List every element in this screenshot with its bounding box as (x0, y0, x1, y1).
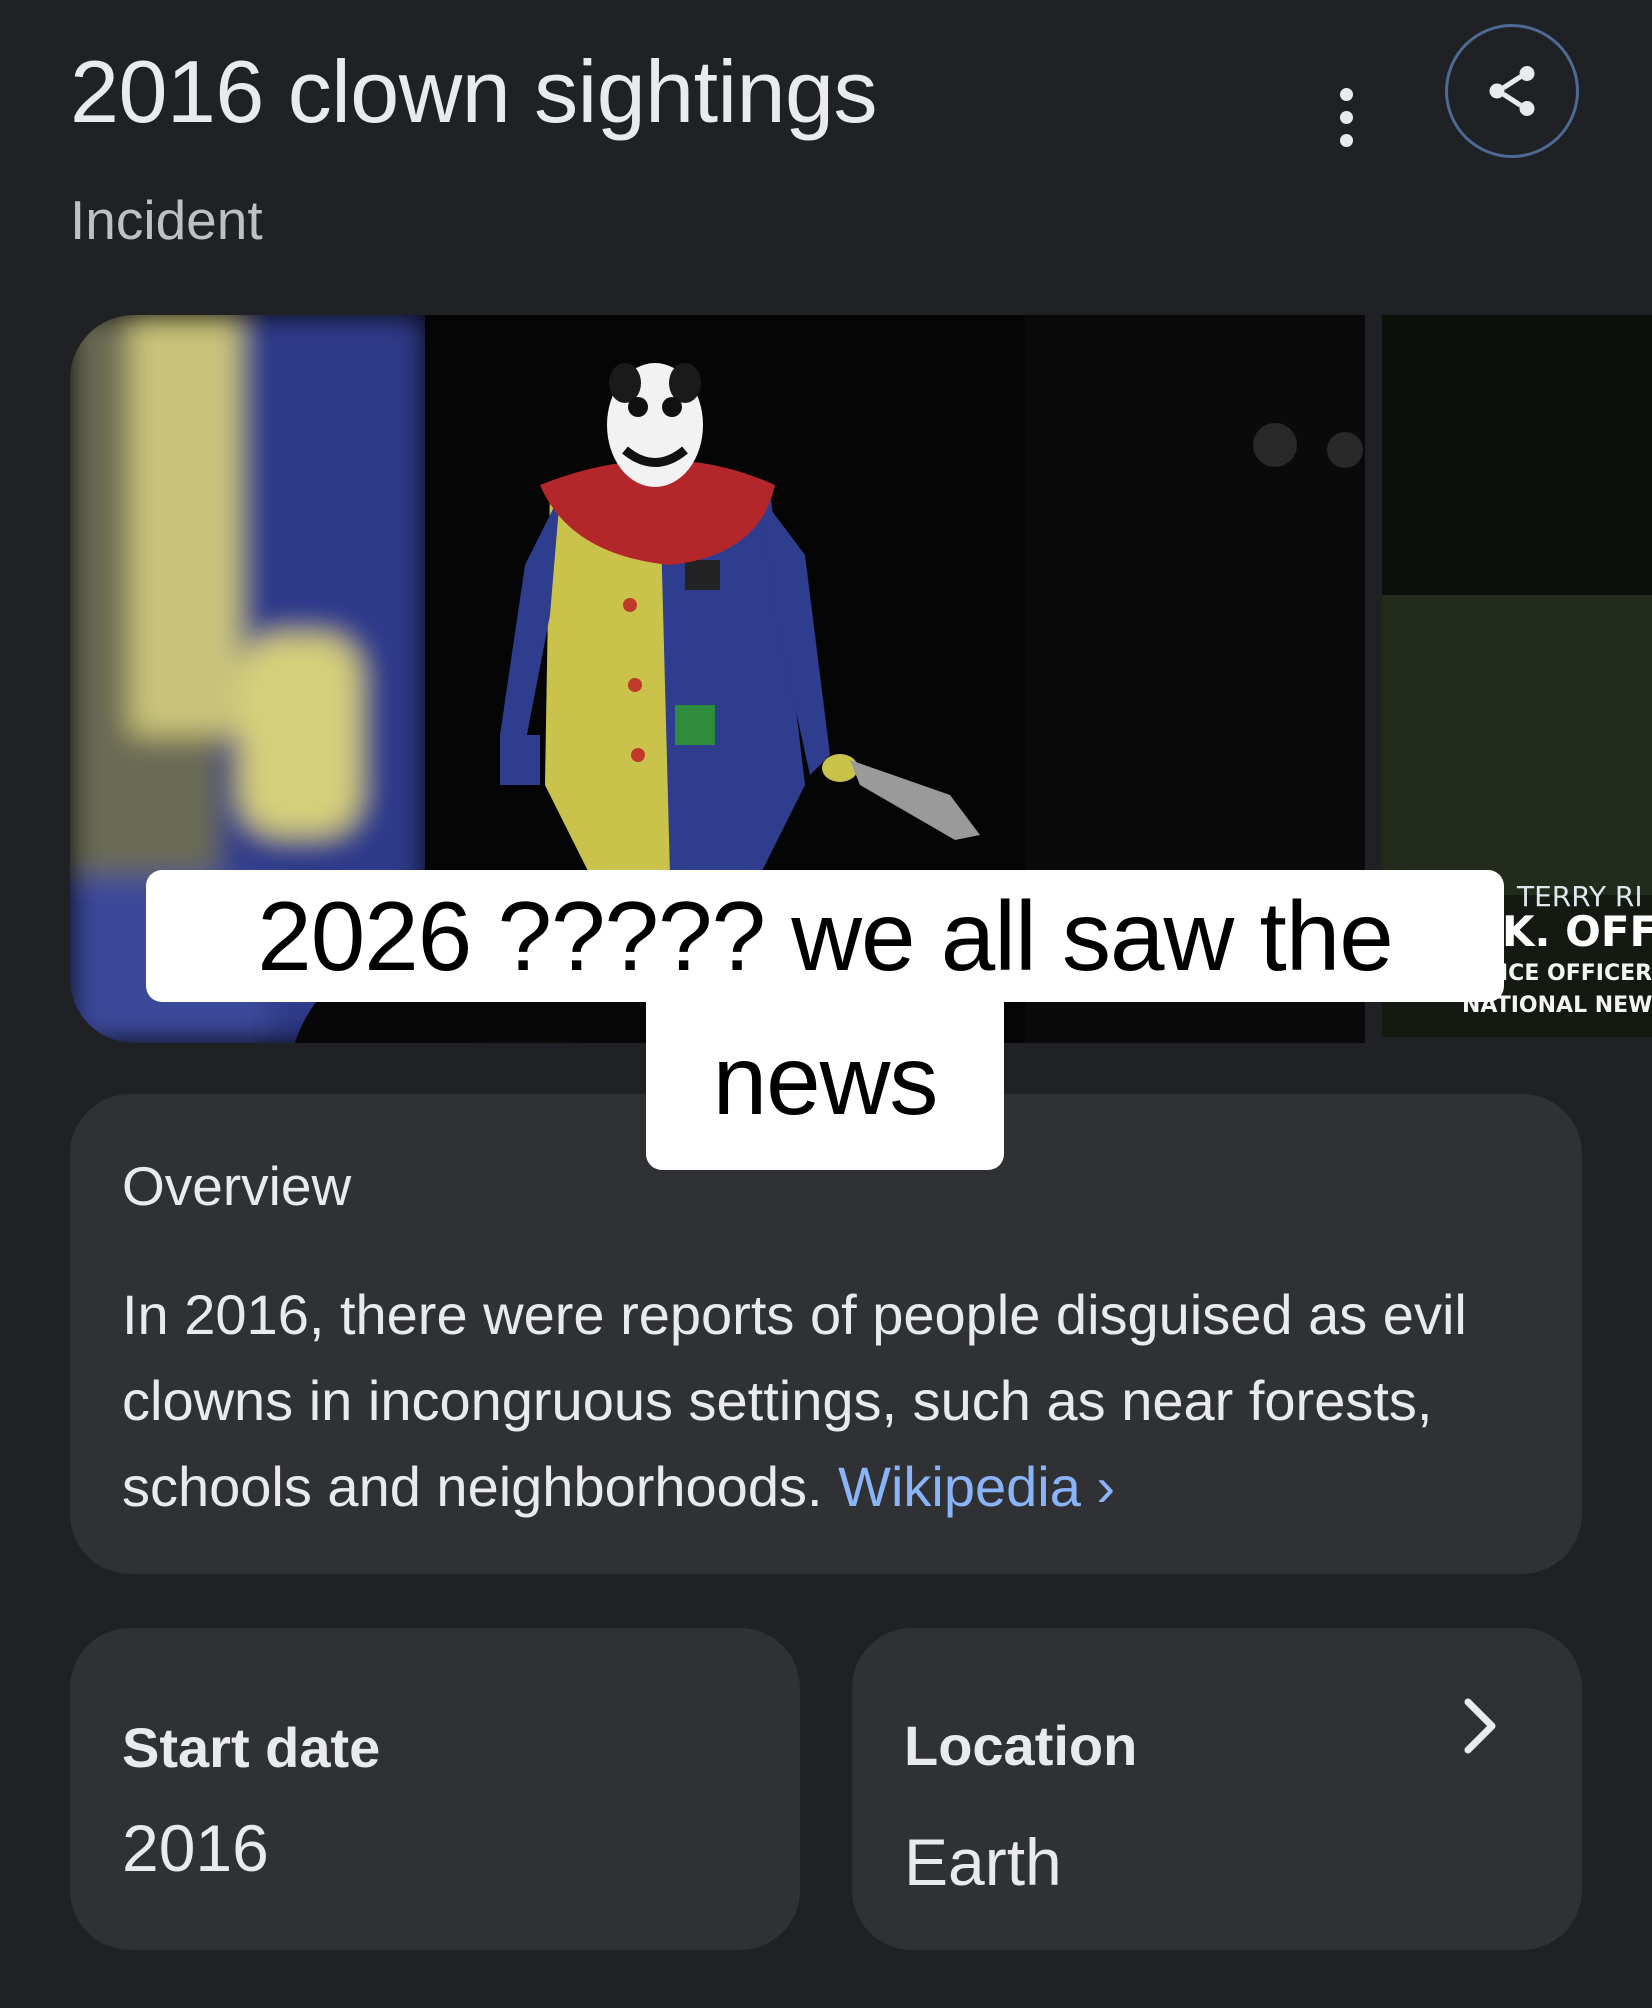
share-button[interactable] (1445, 24, 1579, 158)
start-date-value: 2016 (122, 1811, 269, 1885)
caption-overlay-line-2: news (646, 1000, 1004, 1170)
more-vert-icon-dot (1339, 133, 1353, 147)
overview-description: In 2016, there were reports of people di… (122, 1272, 1542, 1530)
overview-heading: Overview (122, 1155, 352, 1217)
more-vert-icon (1339, 87, 1353, 101)
chevron-right-icon: › (1096, 1455, 1116, 1518)
caption-overlay-line-1: 2026 ????? we all saw the (146, 870, 1504, 1002)
start-date-card: Start date 2016 (70, 1628, 800, 1950)
more-vert-icon-dot (1339, 110, 1353, 124)
start-date-label: Start date (122, 1716, 381, 1779)
entity-type-label: Incident (70, 189, 263, 251)
chyron-line-3: ICE OFFICER I (1500, 961, 1652, 986)
share-icon (1489, 66, 1535, 116)
overview-text: In 2016, there were reports of people di… (122, 1283, 1467, 1518)
wikipedia-link[interactable]: Wikipedia › (838, 1455, 1115, 1518)
wikipedia-link-label: Wikipedia (838, 1455, 1081, 1518)
location-card[interactable]: Location Earth (852, 1628, 1582, 1950)
location-value: Earth (904, 1825, 1062, 1899)
page-title: 2016 clown sightings (70, 42, 877, 141)
location-label: Location (904, 1714, 1138, 1777)
chevron-right-icon (1464, 1698, 1496, 1754)
chyron-line-2: K. OFFIC (1502, 907, 1652, 956)
more-options-button[interactable] (1316, 62, 1376, 172)
